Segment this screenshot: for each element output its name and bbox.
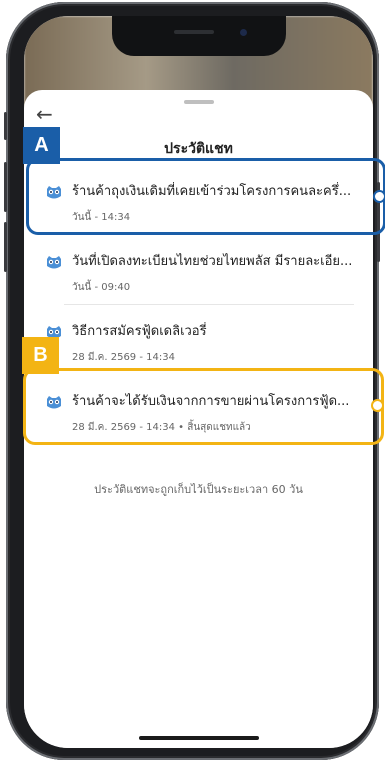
chat-timestamp: วันนี้ - 09:40 xyxy=(72,282,131,293)
callout-a-dot xyxy=(373,190,385,203)
page-title: ประวัติแชท xyxy=(164,141,233,157)
callout-b-highlight xyxy=(23,368,384,445)
home-indicator[interactable] xyxy=(139,736,259,740)
volume-up-button xyxy=(4,162,7,212)
callout-b-dot xyxy=(371,399,384,412)
earpiece xyxy=(174,30,214,34)
front-camera xyxy=(240,29,247,36)
silent-switch xyxy=(4,112,7,140)
owl-bot-icon xyxy=(47,256,61,269)
divider xyxy=(64,304,354,305)
callout-b-badge: B xyxy=(22,337,59,374)
back-button[interactable]: ← xyxy=(36,104,53,124)
retention-note: ประวัติแชทจะถูกเก็บไว้เป็นระยะเวลา 60 วั… xyxy=(94,483,303,496)
volume-down-button xyxy=(4,222,7,272)
chat-title: วิธีการสมัครฟู้ดเดลิเวอรี่ xyxy=(72,324,207,339)
chat-timestamp: 28 มี.ค. 2569 - 14:34 xyxy=(72,352,175,363)
callout-a-badge: A xyxy=(23,127,60,164)
sheet-grabber[interactable] xyxy=(184,100,214,104)
notch xyxy=(112,16,286,56)
chat-title: วันที่เปิดลงทะเบียนไทยช่วยไทยพลัส มีรายล… xyxy=(72,254,353,269)
arrow-left-icon: ← xyxy=(36,102,53,126)
callout-a-highlight xyxy=(26,158,385,235)
